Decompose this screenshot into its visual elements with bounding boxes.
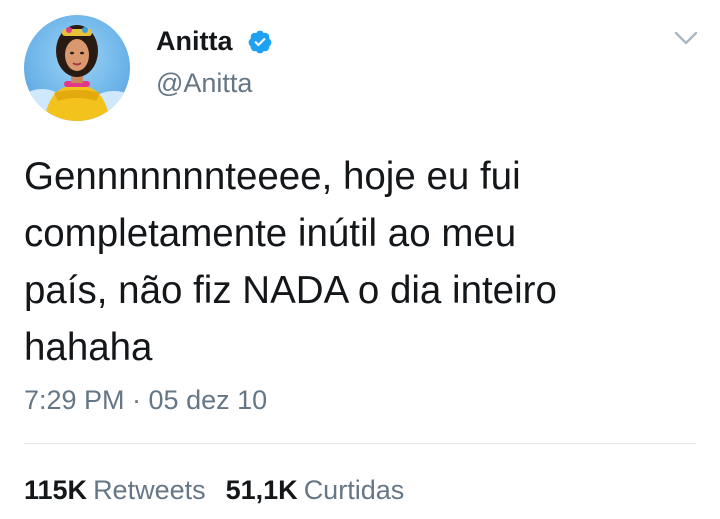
retweets-count: 115K — [24, 475, 88, 505]
verified-badge-icon — [248, 30, 272, 54]
avatar[interactable] — [24, 15, 130, 121]
chevron-down-icon[interactable] — [673, 28, 699, 48]
divider — [24, 443, 696, 444]
profile-photo — [24, 25, 130, 121]
author-name[interactable]: Anitta — [156, 24, 233, 58]
retweets-label: Retweets — [93, 475, 206, 505]
retweets-stat[interactable]: 115K Retweets — [24, 472, 206, 508]
likes-count: 51,1K — [225, 475, 298, 505]
likes-stat[interactable]: 51,1K Curtidas — [226, 472, 405, 508]
tweet-stats: 115K Retweets 51,1K Curtidas — [24, 472, 424, 508]
tweet-timestamp[interactable]: 7:29 PM · 05 dez 10 — [24, 382, 267, 418]
author-handle[interactable]: @Anitta — [156, 66, 252, 100]
tweet-card: Anitta @Anitta Gennnnnnnteeee, hoje eu f… — [0, 0, 720, 519]
tweet-text: Gennnnnnnteeee, hoje eu fui completament… — [24, 155, 557, 369]
likes-label: Curtidas — [303, 475, 405, 505]
